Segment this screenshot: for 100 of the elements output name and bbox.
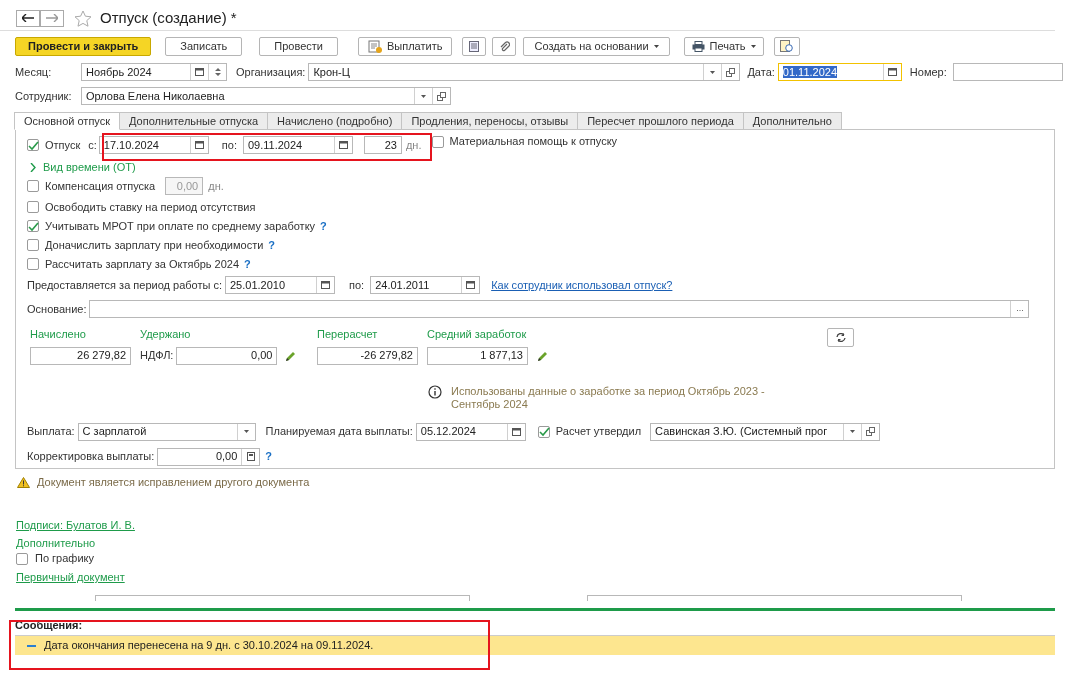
checkbox-label: Доначислить зарплату при необходимости [45,237,264,253]
calendar-icon[interactable] [194,141,204,149]
print-button[interactable]: Печать [683,36,764,56]
column-heading: Перерасчет [317,327,379,342]
calendar-icon[interactable] [887,68,897,76]
field-label: Сотрудник: [15,89,72,102]
field-label: Дата: [747,65,775,78]
calendar-icon[interactable] [338,141,348,149]
spin-icon[interactable] [214,67,221,77]
forward-icon [46,14,58,22]
amount-field[interactable]: 0,00 [176,346,278,365]
checkbox-label: Материальная помощь к отпуску [449,134,618,149]
date-field[interactable]: 17.10.2024 [98,136,209,154]
date-field[interactable]: 01.11.2024 [777,63,902,81]
amount-field[interactable]: -26 279,82 [317,346,418,365]
checkbox[interactable] [27,258,39,270]
checkbox-label: Учитывать МРОТ при оплате по среднему заработку [45,218,316,234]
field-label: Выплата: [27,424,75,440]
back-icon [22,14,34,22]
open-icon[interactable] [726,67,736,77]
date-field[interactable]: 25.01.2010 [225,276,335,294]
checkbox[interactable] [27,139,39,151]
calculator-icon[interactable] [246,452,255,461]
field-label: с: [88,137,97,153]
back-button[interactable] [16,9,40,27]
select-button[interactable]: ... [1010,301,1029,317]
link[interactable]: Первичный документ [16,569,125,586]
tab[interactable]: Пересчет прошлого периода [577,112,744,130]
calendar-icon[interactable] [195,68,204,76]
dropdown-icon[interactable] [710,70,716,74]
list-button[interactable] [462,36,487,56]
document-icon [368,39,382,53]
number-field[interactable] [952,63,1063,81]
checkbox-label: Отпуск [45,137,81,153]
dropdown-icon[interactable] [421,94,426,98]
star-icon[interactable] [74,9,92,27]
checkbox-label: Компенсация отпуска [45,178,156,194]
save-button[interactable]: Записать [165,36,243,56]
amount-field[interactable]: 0,00 [157,447,261,466]
approver-field[interactable]: Савинская З.Ю. (Системный прог [650,422,881,441]
tab[interactable]: Дополнительные отпуска [119,112,269,130]
date-field[interactable]: 05.12.2024 [415,422,526,441]
post-button[interactable]: Провести [259,36,338,56]
dash-icon [27,644,36,647]
checkbox[interactable] [27,239,39,251]
caret-icon [750,44,756,48]
message-text: Дата окончания перенесена на 9 дн. с 30.10.2024 на 09.11.2024. [44,638,374,654]
field-label: НДФЛ: [140,348,174,364]
amount-field[interactable]: 26 279,82 [30,346,131,365]
tab[interactable]: Дополнительно [742,112,842,130]
post-and-close-button[interactable]: Провести и закрыть [15,36,152,56]
tab[interactable]: Начислено (подробно) [267,112,403,130]
field-label: по: [349,277,365,293]
expand-icon[interactable] [30,162,37,172]
dropdown-icon[interactable] [850,430,856,433]
employee-field[interactable]: Орлова Елена Николаевна [81,87,451,105]
checkbox[interactable] [27,201,39,213]
help-icon: ? [320,217,327,235]
check-icon [27,220,39,232]
checkbox[interactable] [27,220,39,232]
refresh-button[interactable] [827,328,854,347]
link[interactable]: Подписи: Булатов И. В. [16,517,135,534]
tab[interactable]: Основной отпуск [14,112,121,130]
field-label: Корректировка выплаты: [27,449,155,465]
dropdown-icon[interactable] [243,430,249,433]
link[interactable]: Как сотрудник использовал отпуск? [491,276,673,294]
open-icon[interactable] [437,91,446,101]
tab[interactable]: Продления, переносы, отзывы [401,112,579,130]
open-icon[interactable] [866,427,876,436]
warning-icon [17,476,30,488]
calendar-icon[interactable] [466,281,476,289]
organization-field[interactable]: Крон-Ц [308,63,741,81]
date-field[interactable]: 09.11.2024 [242,136,353,154]
payment-field[interactable]: С зарплатой [77,422,256,441]
check-icon [537,426,550,437]
field-label: Месяц: [15,65,52,78]
section-title: Дополнительно [16,536,96,552]
section-toggle[interactable]: Вид времени (ОТ) [43,158,136,176]
amount-field[interactable]: 1 877,13 [427,346,528,365]
create-based-on-button[interactable]: Создать на основании [523,36,670,56]
list-icon [469,40,480,52]
report-button[interactable] [773,36,800,56]
printer-icon [691,40,705,52]
field-label: Планируемая дата выплаты: [265,424,413,440]
checkbox[interactable] [537,425,550,438]
checkbox-label: Освободить ставку на период отсутствия [45,199,256,215]
basis-field[interactable]: ... [89,300,1030,318]
date-field[interactable]: 24.01.2011 [370,276,481,294]
window-title: Отпуск (создание) * [100,7,237,28]
check-icon [27,139,39,151]
pencil-icon[interactable] [537,349,549,362]
calendar-icon[interactable] [511,427,521,436]
attach-button[interactable] [492,36,517,56]
pay-button[interactable]: Выплатить [358,36,453,56]
month-field[interactable]: Ноябрь 2024 [81,63,227,81]
days-field[interactable]: 23 [363,136,402,154]
pencil-icon[interactable] [285,349,298,362]
unit-label: дн. [208,178,224,194]
calendar-icon[interactable] [321,281,330,289]
checkbox[interactable] [16,552,28,565]
